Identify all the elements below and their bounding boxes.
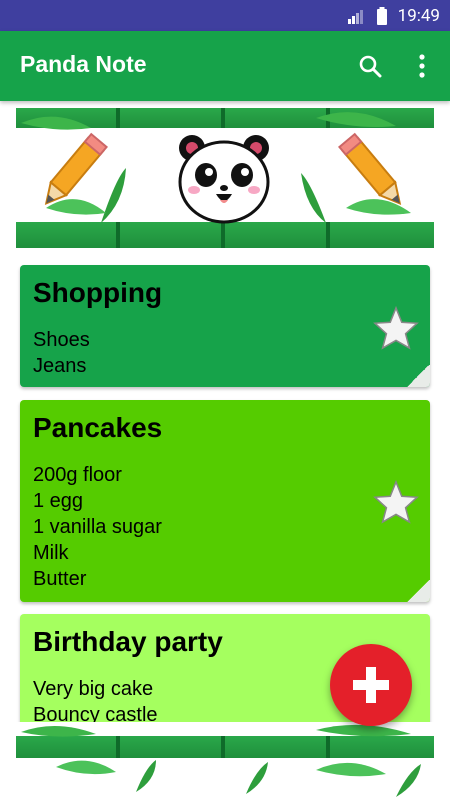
- more-vert-icon: [419, 54, 425, 78]
- bamboo-leaves-footer: [21, 724, 421, 797]
- overflow-menu-button[interactable]: [407, 51, 437, 81]
- note-line: Jeans: [33, 355, 87, 377]
- panda-logo-icon: [178, 135, 270, 224]
- note-line: Shoes: [33, 329, 90, 351]
- search-icon: [359, 55, 382, 78]
- page-fold: [406, 365, 430, 387]
- search-button[interactable]: [355, 51, 385, 81]
- footer-banner: [16, 722, 434, 800]
- app-title: Panda Note: [20, 51, 147, 77]
- note-line: 1 vanilla sugar: [33, 516, 162, 538]
- note-card[interactable]: Shopping Shoes Jeans: [20, 265, 430, 387]
- note-body: 200g floor 1 egg 1 vanilla sugar Milk Bu…: [33, 462, 162, 592]
- status-bar: 19:49: [0, 0, 450, 31]
- star-icon[interactable]: [373, 306, 419, 350]
- header-banner: [16, 108, 434, 248]
- app-bar: Panda Note: [0, 31, 450, 101]
- note-line: Very big cake: [33, 678, 154, 700]
- signal-icon: [347, 9, 363, 24]
- page-fold: [406, 580, 430, 602]
- battery-icon: [376, 6, 387, 25]
- pencil-icon-right: [338, 132, 402, 205]
- add-note-button[interactable]: [330, 644, 412, 726]
- note-title: Birthday party: [33, 626, 223, 657]
- note-title: Shopping: [33, 277, 163, 308]
- note-title: Pancakes: [33, 412, 163, 443]
- pencil-icon-left: [44, 132, 108, 205]
- note-line: 200g floor: [33, 464, 122, 486]
- status-time: 19:49: [397, 5, 440, 26]
- note-body: Very big cake Bouncy castle: [33, 676, 158, 728]
- note-line: 1 egg: [33, 490, 84, 512]
- note-line: Butter: [33, 568, 87, 590]
- note-card[interactable]: Pancakes 200g floor 1 egg 1 vanilla suga…: [20, 400, 430, 602]
- star-icon[interactable]: [373, 480, 419, 524]
- note-line: Milk: [33, 542, 69, 564]
- note-body: Shoes Jeans: [33, 327, 90, 379]
- plus-icon: [353, 667, 389, 703]
